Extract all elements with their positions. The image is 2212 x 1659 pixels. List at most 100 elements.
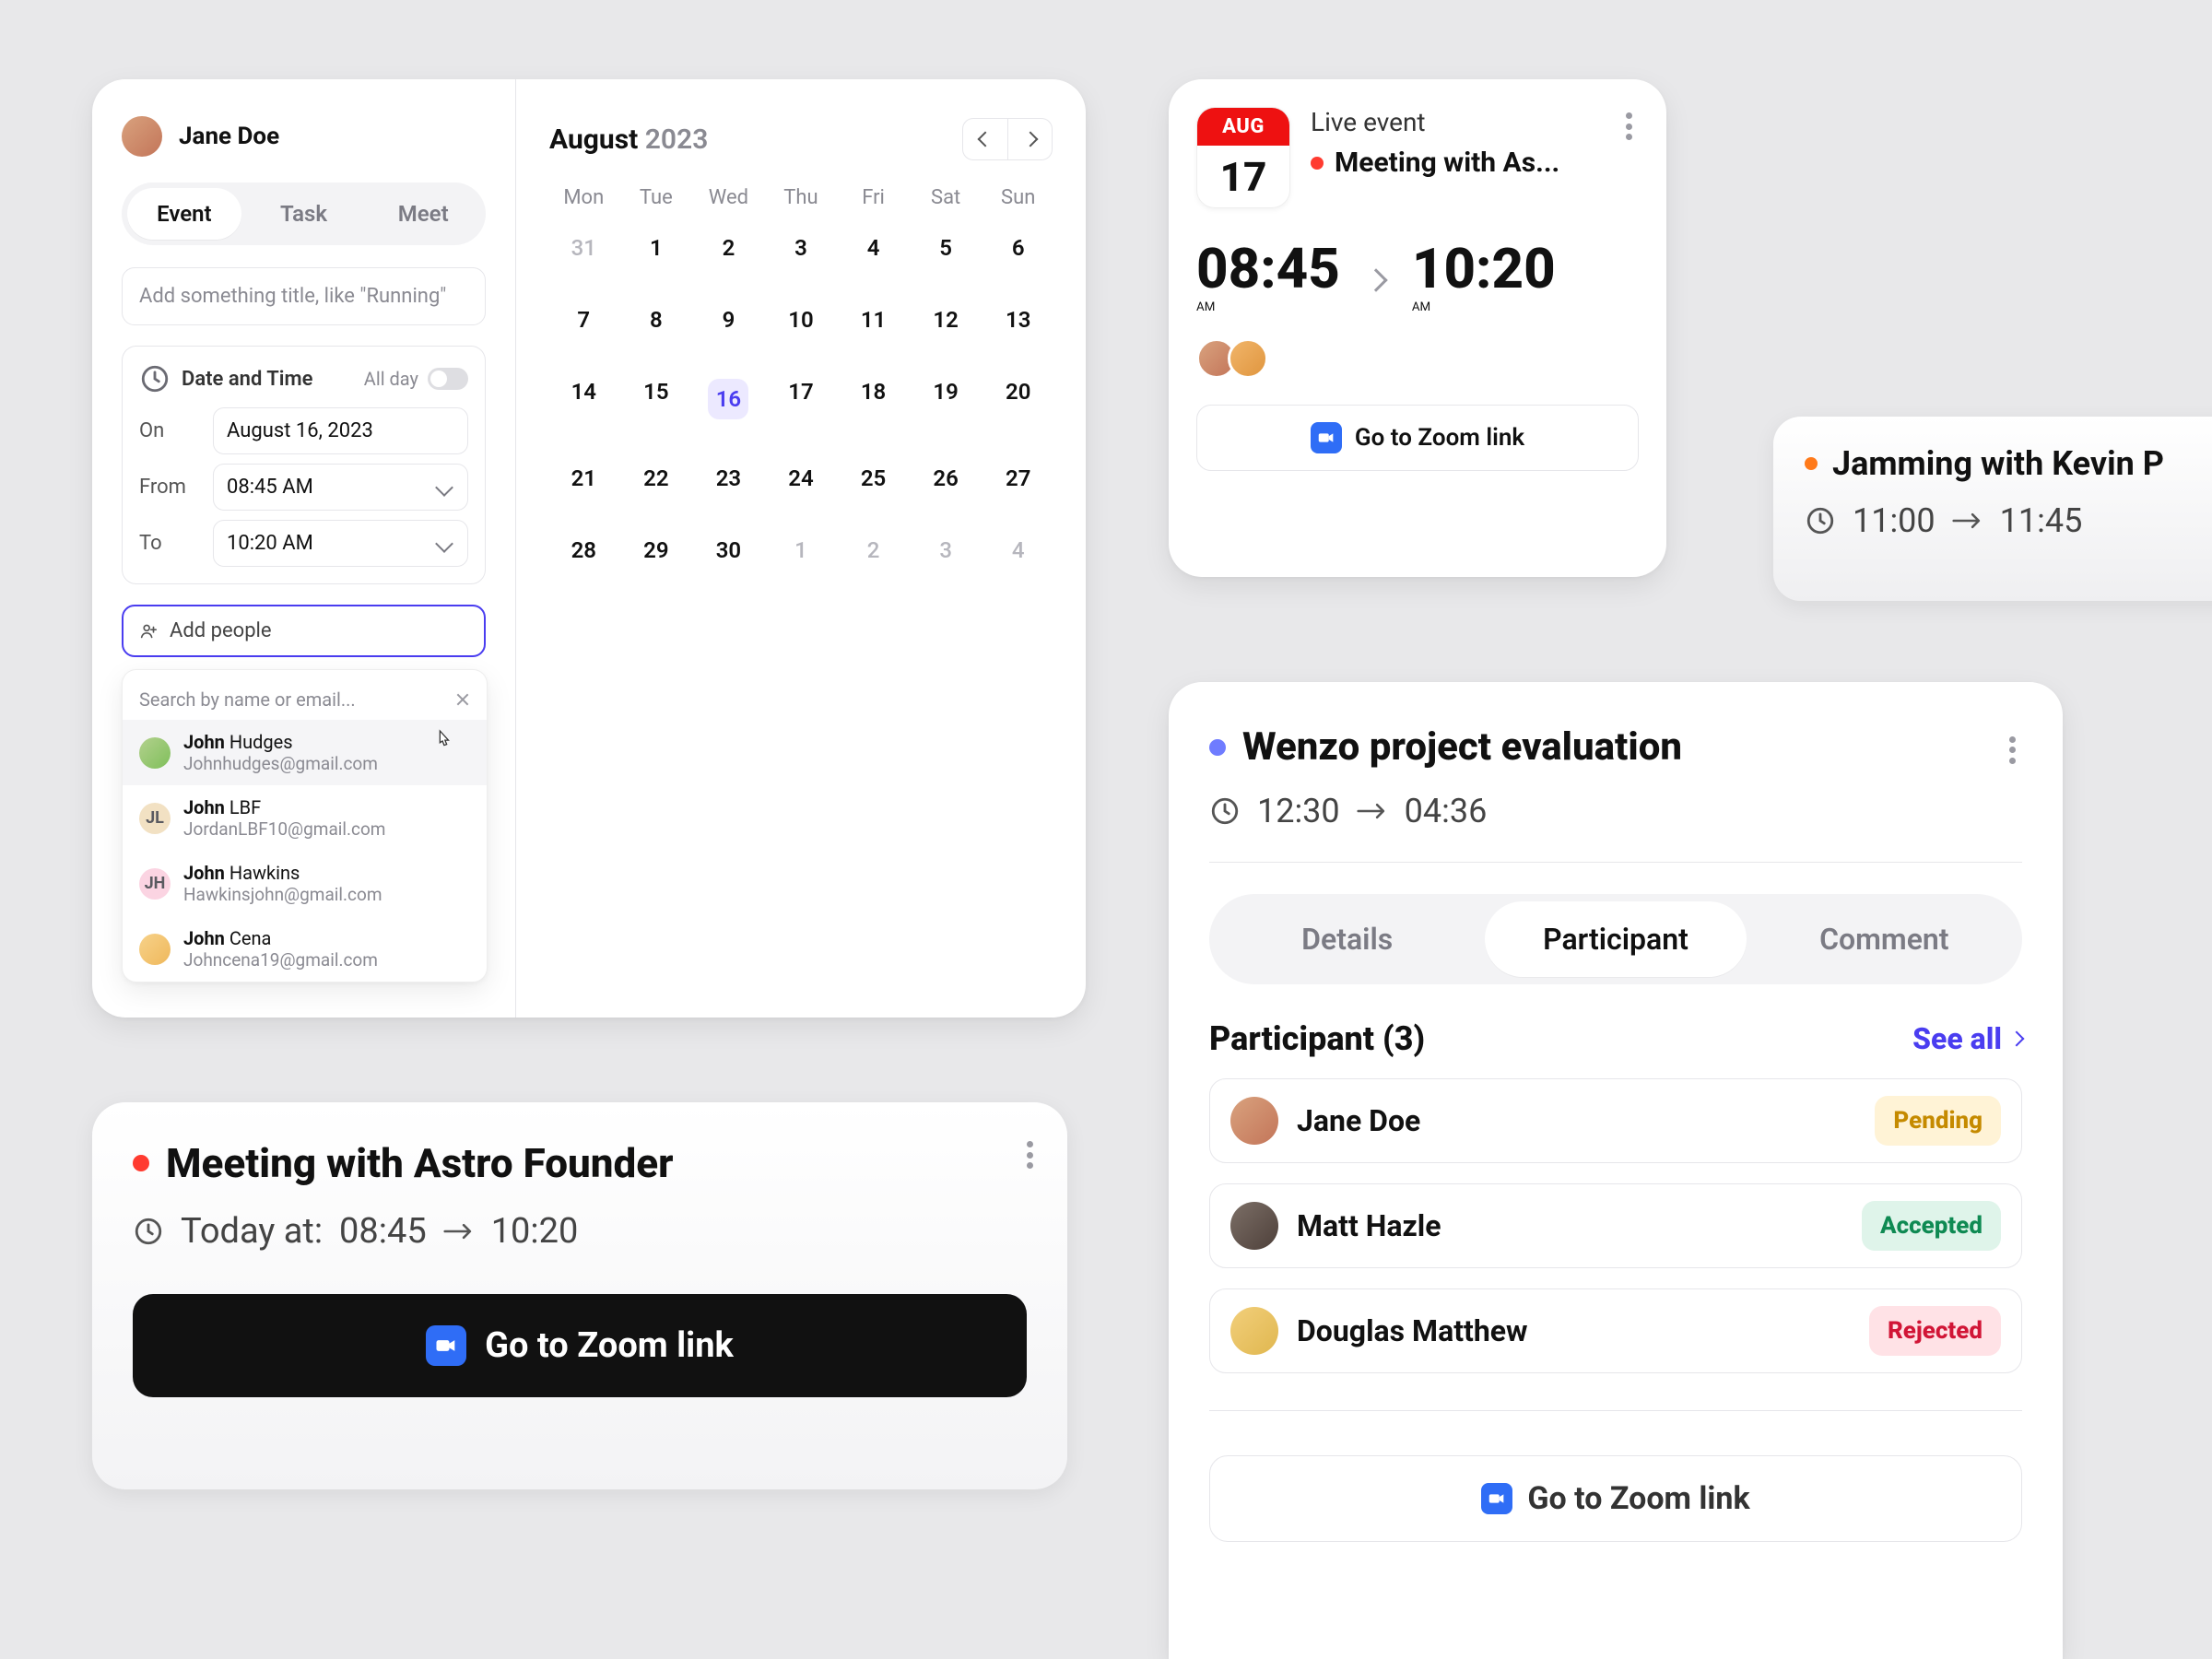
calendar-day[interactable]: 24	[765, 456, 838, 500]
detail-from: 12:30	[1257, 792, 1340, 830]
to-time-select[interactable]: 10:20 AM	[213, 520, 468, 567]
calendar-day[interactable]: 11	[837, 298, 910, 342]
calendar-next-button[interactable]	[1007, 119, 1052, 159]
calendar-day[interactable]: 1	[620, 226, 693, 270]
allday-toggle[interactable]	[428, 368, 468, 390]
calendar-day[interactable]: 10	[765, 298, 838, 342]
calendar-day[interactable]: 26	[910, 456, 982, 500]
calendar-dow: Wed	[692, 179, 765, 217]
strip-from: 11:00	[1853, 501, 1936, 540]
on-date-input[interactable]: August 16, 2023	[213, 407, 468, 454]
calendar-day[interactable]: 13	[982, 298, 1054, 342]
calendar-dow: Sun	[982, 179, 1054, 217]
status-badge: Accepted	[1862, 1201, 2001, 1251]
participant-name: Jane Doe	[1297, 1103, 1420, 1138]
event-strip-card[interactable]: Jamming with Kevin P 11:00 11:45	[1773, 417, 2212, 601]
zoom-icon	[1311, 422, 1342, 453]
from-time-select[interactable]: 08:45 AM	[213, 464, 468, 511]
chevron-right-icon	[2009, 1031, 2025, 1047]
calendar-day[interactable]: 21	[547, 456, 620, 500]
zoom-link-button[interactable]: Go to Zoom link	[133, 1294, 1027, 1397]
tab-participant[interactable]: Participant	[1485, 901, 1746, 977]
calendar-day[interactable]: 29	[620, 528, 693, 572]
tab-meet[interactable]: Meet	[366, 188, 480, 240]
people-option[interactable]: JL John LBF JordanLBF10@gmail.com	[123, 785, 487, 851]
calendar-day[interactable]: 3	[765, 226, 838, 270]
calendar-day[interactable]: 6	[982, 226, 1054, 270]
calendar-day[interactable]: 3	[910, 528, 982, 572]
event-mini-card: AUG 17 Live event Meeting with As... 08:…	[1169, 79, 1666, 577]
tab-task[interactable]: Task	[247, 188, 361, 240]
calendar-dow-row: MonTueWedThuFriSatSun	[547, 179, 1054, 217]
calendar-day[interactable]: 16	[692, 370, 765, 429]
calendar-day[interactable]: 9	[692, 298, 765, 342]
datetime-text: Date and Time	[182, 368, 312, 391]
avatar	[1228, 338, 1268, 379]
calendar-day[interactable]: 15	[620, 370, 693, 429]
close-icon[interactable]	[455, 692, 470, 707]
kebab-menu-button[interactable]	[1019, 1141, 1040, 1169]
calendar-day[interactable]: 5	[910, 226, 982, 270]
tab-event[interactable]: Event	[127, 188, 241, 240]
calendar-day[interactable]: 23	[692, 456, 765, 500]
zoom-link-button[interactable]: Go to Zoom link	[1209, 1455, 2022, 1542]
calendar-day[interactable]: 14	[547, 370, 620, 429]
people-option[interactable]: John Cena Johncena19@gmail.com	[123, 916, 487, 982]
calendar-day[interactable]: 4	[982, 528, 1054, 572]
zoom-link-button[interactable]: Go to Zoom link	[1196, 405, 1639, 471]
calendar-dow: Fri	[837, 179, 910, 217]
zoom-icon	[1481, 1483, 1512, 1514]
calendar-day[interactable]: 20	[982, 370, 1054, 429]
clock-icon	[133, 1216, 164, 1247]
people-search-placeholder[interactable]: Search by name or email...	[139, 688, 356, 711]
person-plus-icon	[138, 621, 159, 641]
on-label: On	[139, 419, 198, 442]
tab-details[interactable]: Details	[1217, 901, 1477, 977]
calendar-day[interactable]: 17	[765, 370, 838, 429]
calendar-day[interactable]: 22	[620, 456, 693, 500]
tab-comment[interactable]: Comment	[1754, 901, 2015, 977]
calendar-prev-button[interactable]	[963, 119, 1007, 159]
add-people-input[interactable]: Add people	[122, 605, 486, 657]
calendar-day[interactable]: 8	[620, 298, 693, 342]
calendar-day[interactable]: 12	[910, 298, 982, 342]
calendar-day[interactable]: 18	[837, 370, 910, 429]
divider	[1209, 862, 2022, 863]
create-event-calendar: August 2023 MonTueWedThuFriSatSun 311234…	[516, 79, 1086, 1018]
calendar-day[interactable]: 1	[765, 528, 838, 572]
calendar-day[interactable]: 31	[547, 226, 620, 270]
participant-row[interactable]: Douglas Matthew Rejected	[1209, 1288, 2022, 1373]
pointer-cursor-icon	[433, 729, 453, 759]
strip-to: 11:45	[2000, 501, 2083, 540]
people-option[interactable]: JH John Hawkins Hawkinsjohn@gmail.com	[123, 851, 487, 916]
from-label: From	[139, 476, 198, 499]
calendar-day[interactable]: 28	[547, 528, 620, 572]
zoom-link-label: Go to Zoom link	[1527, 1480, 1749, 1517]
title-input[interactable]: Add something title, like "Running"	[122, 267, 486, 325]
status-dot-icon	[1805, 457, 1818, 470]
people-name: John LBF	[183, 796, 385, 818]
meeting-time: Today at: 08:45 10:20	[133, 1211, 1027, 1252]
calendar-title: August 2023	[549, 124, 708, 156]
calendar-day[interactable]: 2	[837, 528, 910, 572]
calendar-day[interactable]: 25	[837, 456, 910, 500]
calendar-day[interactable]: 27	[982, 456, 1054, 500]
people-option[interactable]: John Hudges Johnhudges@gmail.com	[123, 720, 487, 785]
calendar-day[interactable]: 2	[692, 226, 765, 270]
user-avatar	[122, 116, 162, 157]
create-event-card: Jane Doe Event Task Meet Add something t…	[92, 79, 1086, 1018]
today-prefix: Today at:	[181, 1211, 323, 1252]
add-people-label: Add people	[170, 619, 272, 642]
mini-line1: Live event	[1311, 107, 1559, 137]
calendar-day[interactable]: 19	[910, 370, 982, 429]
kebab-menu-button[interactable]	[1618, 112, 1639, 140]
calendar-day[interactable]: 30	[692, 528, 765, 572]
kebab-menu-button[interactable]	[2002, 736, 2022, 764]
participant-name: Douglas Matthew	[1297, 1313, 1528, 1348]
participant-row[interactable]: Jane Doe Pending	[1209, 1078, 2022, 1163]
allday-label: All day	[364, 368, 418, 390]
see-all-link[interactable]: See all	[1912, 1021, 2022, 1056]
calendar-day[interactable]: 7	[547, 298, 620, 342]
participant-row[interactable]: Matt Hazle Accepted	[1209, 1183, 2022, 1268]
calendar-day[interactable]: 4	[837, 226, 910, 270]
